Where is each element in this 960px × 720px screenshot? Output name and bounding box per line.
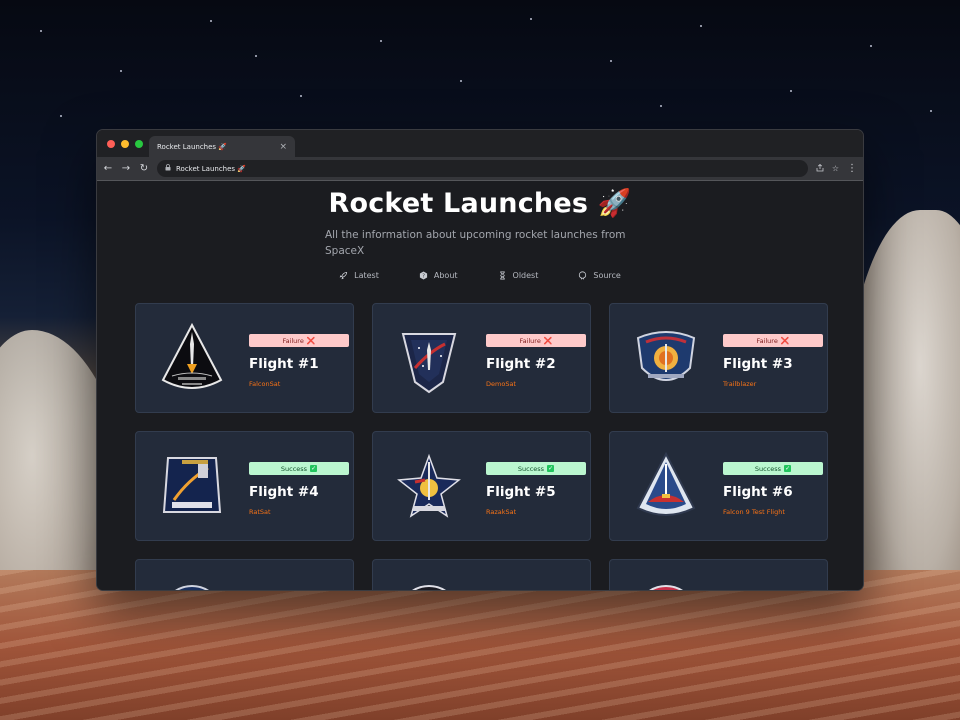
browser-titlebar: Rocket Launches 🚀 × xyxy=(97,130,863,157)
status-badge: Success ✓ xyxy=(486,462,586,475)
nav-link-label: Latest xyxy=(354,271,379,280)
svg-text:?: ? xyxy=(422,273,425,279)
mission-patch-icon xyxy=(158,322,226,396)
browser-menu-icon[interactable]: ⋮ xyxy=(847,163,857,174)
flight-title: Flight #3 xyxy=(723,356,793,372)
launch-card[interactable] xyxy=(372,559,591,591)
close-window-button[interactable] xyxy=(107,140,115,148)
nav-link-about[interactable]: ? About xyxy=(419,271,458,280)
status-badge: Success ✓ xyxy=(249,462,349,475)
success-check-icon: ✓ xyxy=(310,465,318,472)
flight-title: Flight #4 xyxy=(249,484,319,500)
payload-name: RatSat xyxy=(249,508,271,516)
address-text: Rocket Launches 🚀 xyxy=(176,164,247,173)
launch-card[interactable] xyxy=(135,559,354,591)
mission-patch-icon xyxy=(632,450,700,524)
nav-link-source[interactable]: Source xyxy=(578,271,621,280)
page-content: Rocket Launches 🚀 All the information ab… xyxy=(97,181,863,591)
failure-x-icon: ❌ xyxy=(780,336,790,345)
failure-x-icon: ❌ xyxy=(543,336,553,345)
maximize-window-button[interactable] xyxy=(135,140,143,148)
minimize-window-button[interactable] xyxy=(121,140,129,148)
launch-card[interactable]: Success ✓ Flight #6 Falcon 9 Test Flight xyxy=(609,431,828,541)
back-arrow-icon[interactable]: ← xyxy=(103,163,113,174)
launch-card[interactable]: Failure ❌ Flight #2 DemoSat xyxy=(372,303,591,413)
tab-title: Rocket Launches 🚀 xyxy=(157,142,228,151)
nav-link-label: Oldest xyxy=(512,271,539,280)
hourglass-icon xyxy=(498,271,507,280)
status-badge: Failure ❌ xyxy=(723,334,823,347)
tab-close-icon[interactable]: × xyxy=(279,142,287,152)
status-badge: Failure ❌ xyxy=(249,334,349,347)
mission-patch-icon xyxy=(158,450,226,524)
status-badge: Failure ❌ xyxy=(486,334,586,347)
mission-patch-icon xyxy=(395,450,463,524)
mission-patch-icon xyxy=(632,322,700,396)
launch-card[interactable]: Success ✓ Flight #5 RazakSat xyxy=(372,431,591,541)
page-subtitle: All the information about upcoming rocke… xyxy=(325,229,626,257)
failure-x-icon: ❌ xyxy=(306,336,316,345)
github-icon xyxy=(578,271,587,280)
share-icon[interactable] xyxy=(816,163,824,174)
mission-patch-icon xyxy=(632,578,700,590)
launch-card[interactable]: Failure ❌ Flight #1 FalconSat xyxy=(135,303,354,413)
bookmark-star-icon[interactable]: ☆ xyxy=(832,164,839,173)
forward-arrow-icon[interactable]: → xyxy=(121,163,131,174)
flight-title: Flight #5 xyxy=(486,484,556,500)
status-badge xyxy=(486,590,586,591)
payload-name: Falcon 9 Test Flight xyxy=(723,508,785,516)
lock-icon xyxy=(165,164,171,173)
nav-link-label: About xyxy=(433,271,458,280)
browser-toolbar: ← → ↻ Rocket Launches 🚀 ☆ ⋮ xyxy=(97,157,863,181)
address-bar[interactable]: Rocket Launches 🚀 xyxy=(157,160,808,177)
status-badge xyxy=(249,590,349,591)
page-title: Rocket Launches 🚀 xyxy=(328,188,632,219)
success-check-icon: ✓ xyxy=(547,465,555,472)
nav-link-oldest[interactable]: Oldest xyxy=(498,271,539,280)
mission-patch-icon xyxy=(395,322,463,396)
rocket-icon xyxy=(339,271,348,280)
mission-patch-icon xyxy=(395,578,463,590)
payload-name: FalconSat xyxy=(249,380,281,388)
nav-link-label: Source xyxy=(593,271,621,280)
success-check-icon: ✓ xyxy=(784,465,792,472)
flight-title: Flight #6 xyxy=(723,484,793,500)
window-controls xyxy=(107,140,143,148)
launch-grid: Failure ❌ Flight #1 FalconSat Failure ❌ … xyxy=(135,303,828,591)
reload-icon[interactable]: ↻ xyxy=(139,163,149,174)
launch-card[interactable]: Failure ❌ Flight #3 Trailblazer xyxy=(609,303,828,413)
flight-title: Flight #2 xyxy=(486,356,556,372)
browser-window: Rocket Launches 🚀 × ← → ↻ Rocket Launche… xyxy=(96,129,864,591)
payload-name: Trailblazer xyxy=(723,380,757,388)
status-badge xyxy=(723,590,823,591)
nav-link-latest[interactable]: Latest xyxy=(339,271,379,280)
flight-title: Flight #1 xyxy=(249,356,319,372)
top-nav: Latest ? About Oldest Source xyxy=(97,271,863,280)
launch-card[interactable]: Success ✓ Flight #4 RatSat xyxy=(135,431,354,541)
help-icon: ? xyxy=(419,271,428,280)
payload-name: DemoSat xyxy=(486,380,516,388)
mission-patch-icon xyxy=(158,578,226,590)
browser-tab[interactable]: Rocket Launches 🚀 × xyxy=(149,136,295,157)
payload-name: RazakSat xyxy=(486,508,517,516)
status-badge: Success ✓ xyxy=(723,462,823,475)
launch-card[interactable] xyxy=(609,559,828,591)
